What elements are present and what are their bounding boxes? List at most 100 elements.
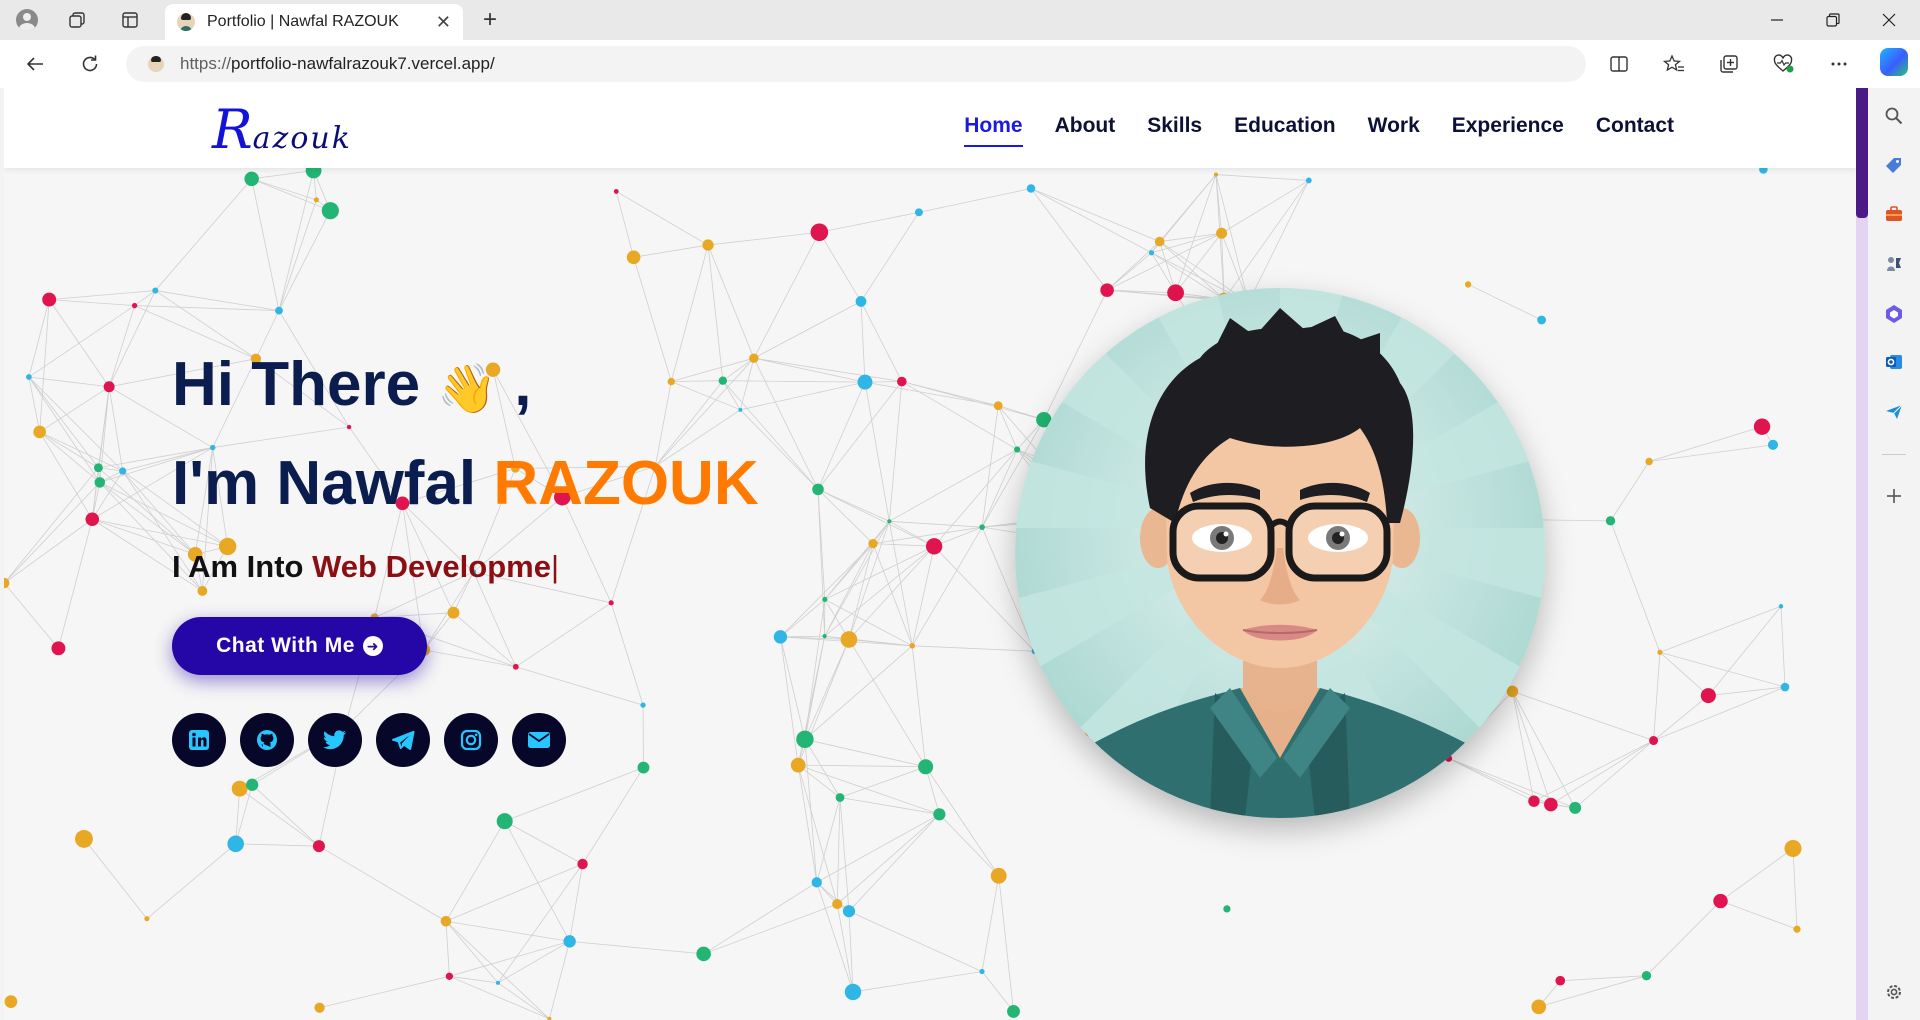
back-button[interactable] bbox=[20, 50, 50, 78]
network-dot bbox=[1537, 315, 1546, 325]
network-dot bbox=[918, 759, 934, 775]
network-dot bbox=[1569, 801, 1582, 814]
network-dot bbox=[321, 202, 339, 220]
network-line bbox=[933, 449, 1018, 547]
send-icon[interactable] bbox=[1882, 400, 1906, 424]
network-dot bbox=[696, 946, 711, 962]
url-protocol: https:// bbox=[180, 54, 232, 73]
nav-link-skills[interactable]: Skills bbox=[1147, 114, 1202, 147]
logo-initial: R bbox=[212, 98, 253, 161]
network-dot bbox=[227, 835, 244, 853]
linkedin-link[interactable] bbox=[172, 713, 226, 767]
intro-text: I'm Nawfal bbox=[172, 449, 477, 518]
tab-close-icon[interactable]: ✕ bbox=[436, 12, 451, 33]
favorites-button[interactable] bbox=[1659, 50, 1689, 78]
nav-link-work[interactable]: Work bbox=[1368, 114, 1420, 147]
page-scrollbar[interactable] bbox=[1856, 88, 1868, 1020]
network-dot bbox=[305, 168, 322, 179]
network-line bbox=[1653, 686, 1786, 741]
hero-name: I'm Nawfal RAZOUK bbox=[172, 437, 759, 531]
microsoft365-icon[interactable] bbox=[1882, 302, 1906, 326]
browser-essentials-button[interactable] bbox=[1769, 50, 1799, 78]
refresh-button[interactable] bbox=[75, 50, 105, 78]
email-link[interactable] bbox=[512, 713, 566, 767]
scrollbar-thumb[interactable] bbox=[1856, 88, 1868, 218]
network-line bbox=[278, 170, 314, 311]
sidebar-divider bbox=[1882, 454, 1906, 455]
close-window-button[interactable] bbox=[1862, 4, 1916, 36]
network-dot bbox=[93, 463, 103, 473]
network-line bbox=[819, 211, 919, 233]
workspaces-button[interactable] bbox=[63, 6, 91, 34]
network-line bbox=[445, 921, 450, 977]
network-line bbox=[155, 290, 280, 312]
network-line bbox=[797, 765, 818, 883]
profile-button[interactable] bbox=[13, 6, 41, 34]
network-line bbox=[848, 639, 926, 767]
network-line bbox=[4, 582, 59, 649]
telegram-link[interactable] bbox=[376, 713, 430, 767]
network-dot bbox=[94, 477, 106, 488]
chat-with-me-button[interactable]: Chat With Me ➜ bbox=[172, 617, 427, 675]
network-dot bbox=[868, 538, 878, 549]
site-info-icon[interactable] bbox=[148, 56, 164, 72]
nav-link-home[interactable]: Home bbox=[964, 114, 1023, 147]
split-screen-button[interactable] bbox=[1604, 50, 1634, 78]
nav-link-education[interactable]: Education bbox=[1234, 114, 1336, 147]
restore-icon bbox=[1826, 13, 1840, 27]
search-icon[interactable] bbox=[1882, 104, 1906, 128]
outlook-icon[interactable] bbox=[1882, 350, 1906, 374]
tab-actions-button[interactable] bbox=[116, 6, 144, 34]
network-dot bbox=[1753, 418, 1771, 435]
network-line bbox=[888, 381, 903, 522]
network-dot bbox=[563, 935, 576, 948]
settings-gear-icon[interactable] bbox=[1882, 980, 1906, 1004]
network-line bbox=[839, 797, 940, 815]
minimize-button[interactable] bbox=[1750, 4, 1804, 36]
games-icon[interactable] bbox=[1882, 252, 1906, 276]
site-logo[interactable]: Razouk bbox=[212, 98, 352, 161]
network-dot bbox=[790, 757, 806, 773]
new-tab-button[interactable]: + bbox=[476, 6, 504, 34]
network-line bbox=[888, 521, 913, 646]
restore-button[interactable] bbox=[1806, 4, 1860, 36]
network-line bbox=[49, 299, 135, 306]
collections-button[interactable] bbox=[1714, 50, 1744, 78]
shopping-tag-icon[interactable] bbox=[1882, 154, 1906, 178]
network-dot bbox=[990, 867, 1007, 884]
network-line bbox=[1792, 848, 1798, 930]
network-dot bbox=[75, 829, 93, 848]
network-line bbox=[753, 357, 902, 382]
network-dot bbox=[26, 374, 32, 380]
toolbox-icon[interactable] bbox=[1882, 202, 1906, 226]
network-line bbox=[939, 814, 1000, 877]
network-line bbox=[997, 405, 1018, 450]
instagram-link[interactable] bbox=[444, 713, 498, 767]
network-dot bbox=[840, 631, 858, 648]
nav-link-about[interactable]: About bbox=[1055, 114, 1116, 147]
twitter-link[interactable] bbox=[308, 713, 362, 767]
network-line bbox=[504, 767, 644, 822]
network-line bbox=[108, 386, 124, 472]
network-line bbox=[1448, 758, 1535, 802]
network-line bbox=[901, 381, 1044, 421]
address-bar: https:// portfolio-nawfalrazouk7.vercel.… bbox=[0, 40, 1920, 88]
github-link[interactable] bbox=[240, 713, 294, 767]
network-line bbox=[278, 199, 317, 311]
nav-link-experience[interactable]: Experience bbox=[1452, 114, 1564, 147]
network-line bbox=[753, 358, 819, 490]
browser-tab[interactable]: Portfolio | Nawfal RAZOUK ✕ bbox=[165, 4, 463, 40]
network-dot bbox=[796, 730, 814, 749]
more-options-button[interactable] bbox=[1824, 50, 1854, 78]
network-dot bbox=[822, 596, 828, 602]
network-dot bbox=[1767, 439, 1779, 450]
copilot-icon[interactable] bbox=[1880, 48, 1908, 76]
add-icon[interactable] bbox=[1882, 484, 1906, 508]
network-dot bbox=[231, 780, 248, 797]
network-dot bbox=[1100, 283, 1114, 297]
nav-link-contact[interactable]: Contact bbox=[1596, 114, 1674, 147]
wave-hand-icon: 👋 bbox=[437, 363, 498, 416]
network-line bbox=[1223, 180, 1310, 300]
url-field[interactable]: https:// portfolio-nawfalrazouk7.vercel.… bbox=[126, 46, 1586, 82]
network-dot bbox=[844, 983, 862, 1001]
